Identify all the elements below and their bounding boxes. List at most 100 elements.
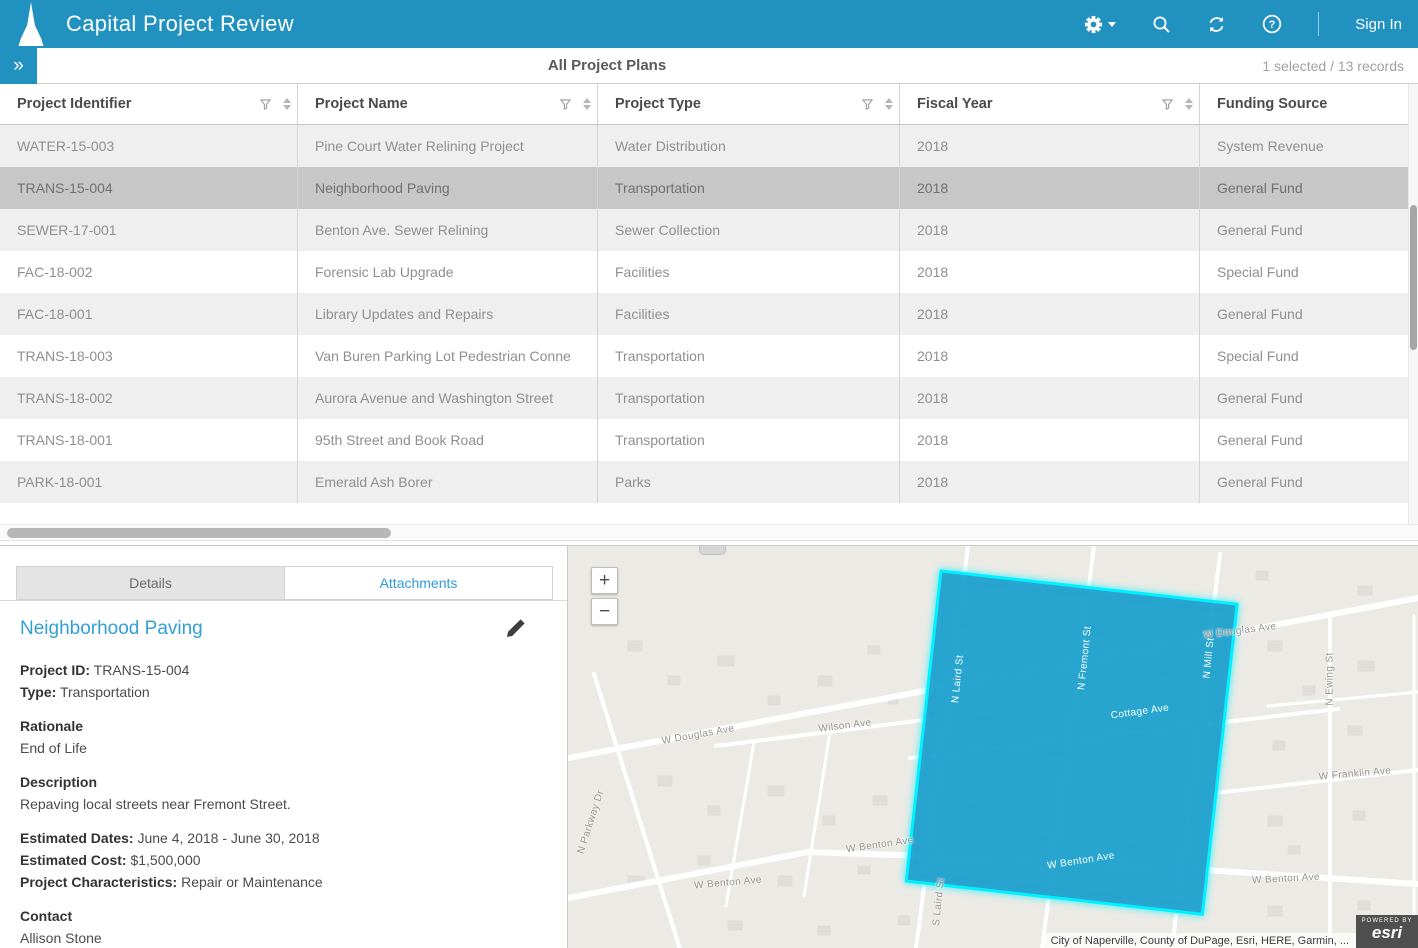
horizontal-scrollbar-thumb[interactable] (7, 528, 391, 538)
table-cell[interactable]: Transportation (598, 167, 900, 209)
detail-field: DescriptionRepaving local streets near F… (20, 771, 548, 815)
table-cell[interactable]: General Fund (1200, 167, 1408, 209)
table-cell[interactable]: 2018 (900, 251, 1200, 293)
table-cell[interactable]: System Revenue (1200, 125, 1408, 167)
table-cell[interactable]: Library Updates and Repairs (298, 293, 598, 335)
detail-field-label: Project Characteristics: (20, 874, 177, 890)
sort-icon[interactable] (583, 98, 591, 110)
table-cell[interactable]: WATER-15-003 (0, 125, 298, 167)
detail-field-value: Repaving local streets near Fremont Stre… (20, 793, 548, 815)
esri-wordmark: esri (1356, 924, 1418, 943)
detail-field: ContactAllison Stone (20, 905, 548, 948)
detail-field-value: Allison Stone (20, 927, 548, 948)
table-cell[interactable]: Special Fund (1200, 251, 1408, 293)
detail-field: Estimated Cost: $1,500,000 (20, 849, 548, 871)
table-cell[interactable]: PARK-18-001 (0, 461, 298, 503)
table-cell[interactable]: General Fund (1200, 461, 1408, 503)
table-row[interactable]: FAC-18-002Forensic Lab UpgradeFacilities… (0, 251, 1408, 293)
map-attribution: City of Naperville, County of DuPage, Es… (1044, 933, 1356, 948)
filter-icon[interactable] (560, 99, 571, 110)
table-cell[interactable]: FAC-18-001 (0, 293, 298, 335)
table-row[interactable]: TRANS-18-00195th Street and Book RoadTra… (0, 419, 1408, 461)
table-row[interactable]: PARK-18-001Emerald Ash BorerParks2018Gen… (0, 461, 1408, 503)
table-cell[interactable]: Facilities (598, 293, 900, 335)
table-cell[interactable]: TRANS-18-001 (0, 419, 298, 461)
table-cell[interactable]: General Fund (1200, 419, 1408, 461)
table-cell[interactable]: TRANS-18-002 (0, 377, 298, 419)
refresh-button[interactable] (1207, 15, 1226, 34)
header-actions: ? Sign In (1084, 12, 1402, 36)
detail-field: Project ID: TRANS-15-004 (20, 659, 548, 681)
sign-in-button[interactable]: Sign In (1355, 16, 1402, 33)
table-cell[interactable]: Van Buren Parking Lot Pedestrian Conne (298, 335, 598, 377)
table-cell[interactable]: Neighborhood Paving (298, 167, 598, 209)
table-cell[interactable]: Transportation (598, 377, 900, 419)
table-cell[interactable]: Pine Court Water Relining Project (298, 125, 598, 167)
detail-field-value: End of Life (20, 737, 548, 759)
filter-icon[interactable] (862, 99, 873, 110)
detail-field-label: Type: (20, 684, 56, 700)
table-cell[interactable]: Aurora Avenue and Washington Street (298, 377, 598, 419)
table-cell[interactable]: 95th Street and Book Road (298, 419, 598, 461)
zoom-out-button[interactable]: − (591, 598, 618, 625)
table-cell[interactable]: General Fund (1200, 209, 1408, 251)
table-cell[interactable]: Benton Ave. Sewer Relining (298, 209, 598, 251)
tab-details[interactable]: Details (16, 566, 285, 600)
table-cell[interactable]: Emerald Ash Borer (298, 461, 598, 503)
table-row[interactable]: WATER-15-003Pine Court Water Relining Pr… (0, 125, 1408, 167)
settings-button[interactable] (1084, 15, 1116, 34)
table-cell[interactable]: 2018 (900, 293, 1200, 335)
tab-divider (0, 600, 568, 601)
table-row[interactable]: TRANS-18-003Van Buren Parking Lot Pedest… (0, 335, 1408, 377)
table-cell[interactable]: 2018 (900, 461, 1200, 503)
map[interactable]: W Douglas AveW Douglas AveWilson AveN La… (568, 546, 1418, 948)
panel-handle[interactable] (699, 546, 726, 555)
table-row[interactable]: TRANS-15-004Neighborhood PavingTransport… (0, 167, 1408, 209)
vertical-scrollbar[interactable] (1408, 84, 1418, 524)
table-cell[interactable]: 2018 (900, 419, 1200, 461)
selected-project-polygon[interactable] (906, 571, 1237, 914)
sort-icon[interactable] (885, 98, 893, 110)
filter-icon[interactable] (260, 99, 271, 110)
table-cell[interactable]: General Fund (1200, 293, 1408, 335)
table-cell[interactable]: TRANS-18-003 (0, 335, 298, 377)
column-header[interactable]: Funding Source (1200, 84, 1408, 124)
table-cell[interactable]: Parks (598, 461, 900, 503)
tab-attachments[interactable]: Attachments (284, 566, 553, 600)
table-row[interactable]: FAC-18-001Library Updates and RepairsFac… (0, 293, 1408, 335)
column-header[interactable]: Project Type (598, 84, 900, 124)
filter-icon[interactable] (1162, 99, 1173, 110)
table-cell[interactable]: FAC-18-002 (0, 251, 298, 293)
table-cell[interactable]: 2018 (900, 377, 1200, 419)
table-row[interactable]: TRANS-18-002Aurora Avenue and Washington… (0, 377, 1408, 419)
search-button[interactable] (1152, 15, 1171, 34)
app-title: Capital Project Review (66, 11, 294, 37)
edit-button[interactable] (506, 618, 526, 643)
table-cell[interactable]: Facilities (598, 251, 900, 293)
zoom-in-button[interactable]: + (591, 567, 618, 594)
column-header[interactable]: Fiscal Year (900, 84, 1200, 124)
horizontal-scrollbar[interactable] (0, 524, 1418, 541)
vertical-scrollbar-thumb[interactable] (1410, 205, 1417, 350)
sort-icon[interactable] (1185, 98, 1193, 110)
expand-panel-button[interactable]: » (0, 48, 37, 84)
sort-icon[interactable] (283, 98, 291, 110)
table-cell[interactable]: General Fund (1200, 377, 1408, 419)
table-cell[interactable]: 2018 (900, 209, 1200, 251)
table-cell[interactable]: Special Fund (1200, 335, 1408, 377)
table-cell[interactable]: SEWER-17-001 (0, 209, 298, 251)
table-cell[interactable]: 2018 (900, 335, 1200, 377)
column-header[interactable]: Project Identifier (0, 84, 298, 124)
table-cell[interactable]: Water Distribution (598, 125, 900, 167)
table-cell[interactable]: Transportation (598, 419, 900, 461)
table-cell[interactable]: Transportation (598, 335, 900, 377)
table-cell[interactable]: Forensic Lab Upgrade (298, 251, 598, 293)
table-cell[interactable]: 2018 (900, 125, 1200, 167)
table-cell[interactable]: Sewer Collection (598, 209, 900, 251)
table-cell[interactable]: 2018 (900, 167, 1200, 209)
help-button[interactable]: ? (1262, 14, 1282, 34)
table-cell[interactable]: TRANS-15-004 (0, 167, 298, 209)
help-icon: ? (1262, 14, 1282, 34)
column-header[interactable]: Project Name (298, 84, 598, 124)
table-row[interactable]: SEWER-17-001Benton Ave. Sewer ReliningSe… (0, 209, 1408, 251)
